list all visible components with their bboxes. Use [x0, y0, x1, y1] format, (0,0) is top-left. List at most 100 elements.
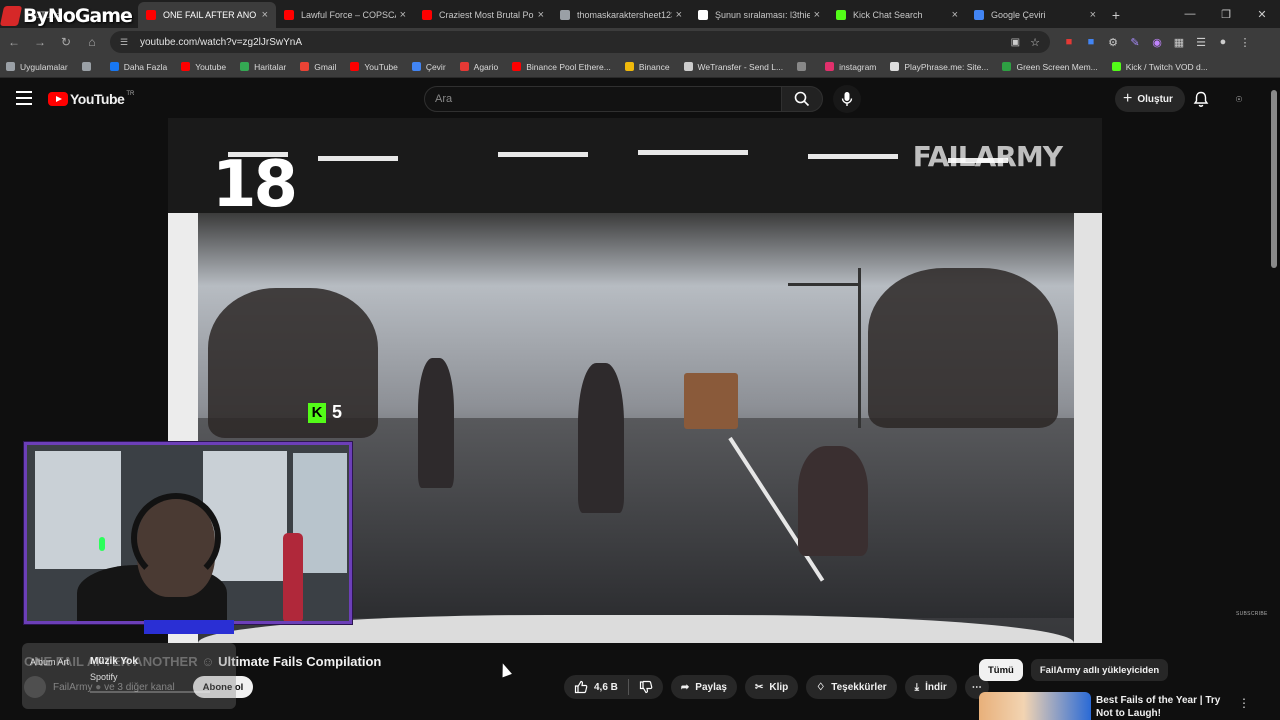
- tab-label: Şunun sıralaması: l3thien: [715, 10, 810, 20]
- filter-chip-all[interactable]: Tümü: [979, 659, 1023, 681]
- back-arrow-icon[interactable]: ←: [2, 30, 26, 54]
- clip-button[interactable]: ✂ Klip: [745, 675, 799, 699]
- tab-close-icon[interactable]: ×: [538, 9, 544, 21]
- bookmark-item[interactable]: Uygulamalar: [6, 62, 68, 72]
- download-button[interactable]: ⤓ İndir: [904, 675, 957, 699]
- bookmark-item[interactable]: Haritalar: [240, 62, 286, 72]
- bookmark-favicon-icon: [825, 62, 835, 71]
- restore-icon[interactable]: ❐: [1208, 0, 1244, 28]
- filter-chip-uploader[interactable]: FailArmy adlı yükleyiciden: [1030, 659, 1169, 681]
- bookmark-item[interactable]: Binance Pool Ethere...: [512, 62, 611, 72]
- bookmark-label: Binance: [638, 61, 670, 72]
- tab-label: thomaskaraktersheet123: [577, 10, 672, 20]
- bookmark-label: Haritalar: [254, 61, 287, 72]
- recommendation-filters: Tümü FailArmy adlı yükleyiciden: [979, 659, 1169, 681]
- bookmark-item[interactable]: Green Screen Mem...: [1002, 62, 1098, 72]
- bookmark-label: Daha Fazla: [123, 61, 168, 72]
- bookmark-label: PlayPhrase.me: Site...: [904, 61, 989, 72]
- bookmark-label: Uygulamalar: [20, 61, 68, 72]
- site-settings-icon[interactable]: ☰: [120, 37, 132, 47]
- recommended-thumbnail[interactable]: [979, 692, 1091, 720]
- extensions-puzzle-icon[interactable]: ▦: [1168, 31, 1190, 53]
- new-tab-button[interactable]: +: [1104, 2, 1128, 28]
- reload-icon[interactable]: ↻: [54, 30, 78, 54]
- extension-counter-icon[interactable]: ⚙: [1102, 31, 1124, 53]
- bookmark-item[interactable]: Agario: [459, 62, 498, 72]
- close-window-icon[interactable]: ✕: [1244, 0, 1280, 28]
- menu-hamburger-icon[interactable]: [16, 91, 32, 105]
- reading-list-icon[interactable]: ☰: [1190, 31, 1212, 53]
- browser-tab[interactable]: ONE FAIL AFTER ANO ×: [138, 2, 276, 28]
- youtube-logo[interactable]: YouTube TR: [48, 91, 134, 107]
- tab-close-icon[interactable]: ×: [676, 9, 682, 21]
- like-icon[interactable]: [574, 680, 588, 694]
- tab-label: Lawful Force – COPSCAM: [301, 10, 396, 20]
- home-icon[interactable]: ⌂: [80, 30, 104, 54]
- browser-tab[interactable]: Craziest Most Brutal Polic ×: [414, 2, 552, 28]
- share-button[interactable]: ➦ Paylaş: [670, 675, 737, 699]
- tab-close-icon[interactable]: ×: [400, 9, 406, 21]
- bookmark-favicon-icon: [1002, 62, 1012, 71]
- bookmark-item[interactable]: YouTube: [350, 61, 398, 72]
- youtube-header: YouTube TR + Oluştur ☉: [0, 79, 1280, 119]
- search-icon: [794, 91, 810, 107]
- extension-new-icon[interactable]: ■: [1058, 31, 1080, 53]
- install-app-icon[interactable]: ▣: [1011, 37, 1020, 48]
- browser-tab[interactable]: Lawful Force – COPSCAM ×: [276, 2, 414, 28]
- minimize-icon[interactable]: —: [1172, 0, 1208, 28]
- forward-arrow-icon[interactable]: →: [28, 30, 52, 54]
- tab-favicon-icon: [560, 10, 570, 20]
- voice-search-button[interactable]: [833, 85, 861, 113]
- search-input[interactable]: [435, 93, 781, 105]
- bookmark-star-icon[interactable]: ☆: [1030, 36, 1040, 49]
- search-button[interactable]: [781, 86, 823, 112]
- notifications-button[interactable]: [1190, 88, 1212, 110]
- bookmark-item[interactable]: Gmail: [300, 62, 336, 72]
- tab-close-icon[interactable]: ×: [262, 9, 268, 21]
- tab-close-icon[interactable]: ×: [814, 9, 820, 21]
- browser-tab[interactable]: thomaskaraktersheet123 ×: [552, 2, 690, 28]
- bookmark-item[interactable]: [81, 62, 96, 71]
- recommended-more-icon[interactable]: ⋮: [1238, 696, 1250, 710]
- thanks-button[interactable]: ♢ Teşekkürler: [806, 675, 897, 699]
- bookmark-item[interactable]: Daha Fazla: [109, 61, 168, 72]
- browser-tab[interactable]: Google Çeviri ×: [966, 2, 1104, 28]
- bookmark-item[interactable]: Binance: [624, 61, 670, 72]
- extension-purple-icon[interactable]: ◉: [1146, 31, 1168, 53]
- bookmark-item[interactable]: Çevir: [411, 61, 446, 72]
- extension-translate-icon[interactable]: ■: [1080, 31, 1102, 53]
- url-field[interactable]: ☰ youtube.com/watch?v=zg2lJrSwYnA ▣ ☆: [110, 31, 1050, 53]
- bookmark-item[interactable]: Youtube: [181, 62, 226, 72]
- profile-avatar-icon[interactable]: ●: [1212, 31, 1234, 53]
- bookmark-item[interactable]: PlayPhrase.me: Site...: [890, 62, 988, 72]
- browser-tab[interactable]: Kick Chat Search ×: [828, 2, 966, 28]
- page-scrollbar[interactable]: [1271, 90, 1277, 268]
- recommended-title[interactable]: Best Fails of the Year | Try Not to Laug…: [1096, 694, 1234, 720]
- bookmark-item[interactable]: instagram: [825, 62, 876, 72]
- bookmark-item[interactable]: [797, 62, 811, 71]
- tab-close-icon[interactable]: ×: [952, 9, 958, 21]
- bookmark-label: Youtube: [195, 61, 227, 72]
- tab-close-icon[interactable]: ×: [1090, 9, 1096, 21]
- bookmark-label: Çevir: [425, 61, 446, 72]
- mouse-cursor-icon: [498, 661, 512, 678]
- recommended-video[interactable]: Best Fails of the Year | Try Not to Laug…: [979, 692, 1259, 720]
- webcam-overlay: [24, 442, 352, 624]
- bookmark-favicon-icon: [81, 62, 91, 71]
- dislike-icon[interactable]: [639, 680, 653, 694]
- browser-tab[interactable]: Şunun sıralaması: l3thien ×: [690, 2, 828, 28]
- bookmark-label: YouTube: [364, 61, 398, 72]
- tab-label: Kick Chat Search: [853, 10, 923, 20]
- account-avatar[interactable]: ☉: [1228, 88, 1250, 110]
- browser-menu-icon[interactable]: ⋮: [1234, 31, 1256, 53]
- microphone-icon: [841, 92, 853, 106]
- bookmark-item[interactable]: Kick / Twitch VOD d...: [1111, 62, 1208, 72]
- bookmark-item[interactable]: WeTransfer - Send L...: [683, 62, 783, 72]
- create-button[interactable]: + Oluştur: [1115, 86, 1185, 112]
- track-progress-bar: [90, 691, 210, 693]
- extension-pen-icon[interactable]: ✎: [1124, 31, 1146, 53]
- plus-icon: +: [1123, 90, 1133, 107]
- like-count[interactable]: 4,6 B: [594, 682, 618, 693]
- bynogame-logo: ByNoGame: [0, 4, 133, 28]
- tab-favicon-icon: [146, 10, 156, 20]
